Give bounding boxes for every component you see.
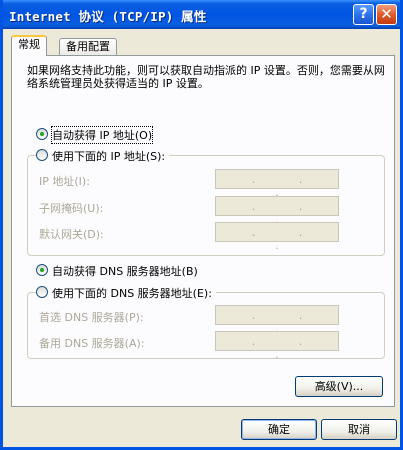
tab-general[interactable]: 常规 bbox=[11, 35, 47, 56]
general-panel: 如果网络支持此功能，则可以获取自动指派的 IP 设置。否则，您需要从网络系统管理… bbox=[11, 55, 395, 407]
radio-auto-dns-label: 自动获得 DNS 服务器地址(B) bbox=[52, 265, 198, 278]
cancel-button[interactable]: 取消 bbox=[321, 419, 397, 440]
description-text: 如果网络支持此功能，则可以获取自动指派的 IP 设置。否则，您需要从网络系统管理… bbox=[27, 64, 385, 90]
tab-alternate-config-label: 备用配置 bbox=[66, 40, 110, 53]
tab-general-label: 常规 bbox=[18, 38, 40, 51]
default-gateway-dots: . . . bbox=[251, 226, 323, 252]
subnet-mask-label: 子网掩码(U): bbox=[39, 202, 104, 215]
radio-manual-dns-button[interactable] bbox=[36, 286, 48, 298]
dialog-window: Internet 协议 (TCP/IP) 属性 ? ✕ 常规 备用配置 如果网络… bbox=[0, 0, 403, 450]
radio-manual-dns-label: 使用下面的 DNS 服务器地址(E): bbox=[52, 287, 212, 300]
preferred-dns-field[interactable]: . . . bbox=[215, 305, 339, 335]
radio-manual-dns[interactable]: 使用下面的 DNS 服务器地址(E): bbox=[36, 286, 216, 302]
radio-auto-dns-button[interactable] bbox=[36, 264, 48, 276]
alternate-dns-field[interactable]: . . . bbox=[215, 331, 339, 361]
alternate-dns-dots: . . . bbox=[251, 335, 323, 361]
ok-button[interactable]: 确定 bbox=[241, 419, 317, 440]
preferred-dns-label: 首选 DNS 服务器(P): bbox=[39, 311, 144, 324]
default-gateway-field[interactable]: . . . bbox=[215, 222, 339, 252]
close-icon: ✕ bbox=[380, 5, 393, 23]
radio-auto-ip-label: 自动获得 IP 地址(O) bbox=[50, 126, 154, 144]
ip-address-field[interactable]: . . . bbox=[215, 169, 339, 199]
alternate-dns-label: 备用 DNS 服务器(A): bbox=[39, 337, 145, 350]
radio-auto-ip-button[interactable] bbox=[36, 128, 48, 140]
help-button[interactable]: ? bbox=[353, 4, 374, 25]
help-icon: ? bbox=[359, 6, 368, 22]
close-button[interactable]: ✕ bbox=[376, 4, 397, 25]
advanced-button[interactable]: 高级(V)... bbox=[295, 376, 383, 397]
subnet-mask-field[interactable]: . . . bbox=[215, 196, 339, 226]
radio-manual-ip-button[interactable] bbox=[36, 149, 48, 161]
window-title: Internet 协议 (TCP/IP) 属性 bbox=[9, 9, 207, 24]
radio-selected-dot bbox=[40, 268, 44, 272]
ip-address-label: IP 地址(I): bbox=[39, 175, 90, 188]
title-bar[interactable]: Internet 协议 (TCP/IP) 属性 ? ✕ bbox=[3, 0, 400, 29]
default-gateway-label: 默认网关(D): bbox=[39, 228, 104, 241]
tab-alternate-config[interactable]: 备用配置 bbox=[59, 38, 117, 55]
radio-selected-dot bbox=[40, 132, 44, 136]
radio-manual-ip-label: 使用下面的 IP 地址(S): bbox=[52, 150, 166, 163]
radio-manual-ip[interactable]: 使用下面的 IP 地址(S): bbox=[36, 149, 170, 165]
